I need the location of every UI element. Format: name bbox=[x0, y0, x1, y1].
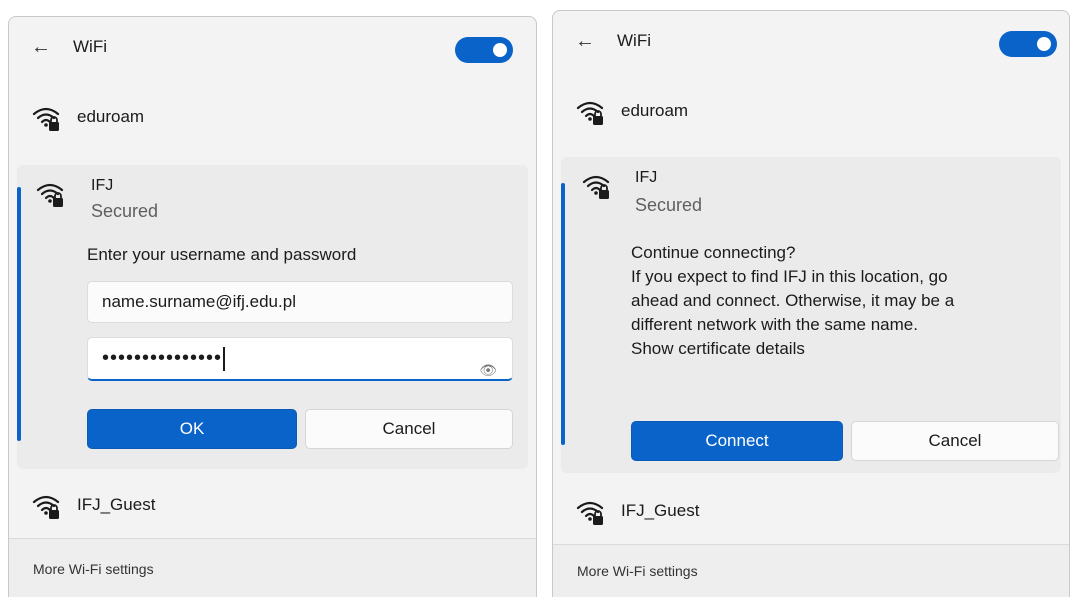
more-wifi-settings-link[interactable]: More Wi-Fi settings bbox=[33, 561, 154, 577]
wifi-lock-icon bbox=[576, 101, 604, 125]
username-value: name.surname@ifj.edu.pl bbox=[102, 292, 296, 311]
reveal-password-icon[interactable]: 👁 bbox=[479, 350, 498, 390]
show-certificate-link[interactable]: Show certificate details bbox=[631, 337, 1051, 361]
network-name: eduroam bbox=[77, 107, 145, 126]
network-status: Secured bbox=[635, 195, 703, 215]
confirm-message: Continue connecting? If you expect to fi… bbox=[631, 241, 1051, 361]
cancel-button[interactable]: Cancel bbox=[851, 421, 1059, 461]
network-status: Secured bbox=[91, 201, 159, 221]
selection-indicator bbox=[561, 183, 565, 445]
wifi-header: ← WiFi bbox=[553, 11, 1069, 71]
message-heading: Continue connecting? bbox=[631, 243, 796, 262]
network-item-ifj-guest[interactable]: IFJ_Guest bbox=[553, 487, 1069, 537]
credentials-prompt: Enter your username and password bbox=[87, 245, 357, 264]
wifi-flyout-confirm: ← WiFi eduroam IFJ Secured Continue conn… bbox=[552, 10, 1070, 597]
wifi-lock-icon bbox=[32, 495, 60, 519]
ok-button[interactable]: OK bbox=[87, 409, 297, 449]
network-item-ifj-expanded: IFJ Secured Continue connecting? If you … bbox=[561, 157, 1061, 473]
connect-button[interactable]: Connect bbox=[631, 421, 843, 461]
network-name: IFJ bbox=[91, 177, 114, 194]
wifi-lock-icon bbox=[582, 175, 610, 199]
cancel-button[interactable]: Cancel bbox=[305, 409, 513, 449]
more-wifi-settings-link[interactable]: More Wi-Fi settings bbox=[577, 563, 698, 579]
username-field[interactable]: name.surname@ifj.edu.pl bbox=[87, 281, 513, 323]
text-caret bbox=[223, 346, 226, 371]
network-item-ifj-expanded: IFJ Secured Enter your username and pass… bbox=[17, 165, 528, 469]
header-title: WiFi bbox=[617, 31, 651, 50]
network-name: eduroam bbox=[621, 101, 689, 120]
selection-indicator bbox=[17, 187, 21, 441]
password-value: ••••••••••••••• bbox=[102, 347, 223, 369]
back-arrow-icon[interactable]: ← bbox=[31, 35, 51, 59]
network-name: IFJ_Guest bbox=[621, 501, 700, 520]
wifi-lock-icon bbox=[576, 501, 604, 525]
wifi-toggle[interactable] bbox=[455, 37, 513, 63]
wifi-flyout-credentials: ← WiFi eduroam IFJ Secured Enter your us… bbox=[8, 16, 537, 597]
message-line: different network with the same name. bbox=[631, 315, 918, 334]
network-item-eduroam[interactable]: eduroam bbox=[553, 87, 1069, 137]
network-name: IFJ bbox=[635, 169, 658, 186]
network-item-ifj-guest[interactable]: IFJ_Guest bbox=[9, 481, 536, 531]
wifi-header: ← WiFi bbox=[9, 17, 536, 77]
message-line: If you expect to find IFJ in this locati… bbox=[631, 267, 948, 286]
network-name: IFJ_Guest bbox=[77, 495, 156, 514]
header-title: WiFi bbox=[73, 37, 107, 56]
message-line: ahead and connect. Otherwise, it may be … bbox=[631, 291, 955, 310]
wifi-toggle[interactable] bbox=[999, 31, 1057, 57]
password-field[interactable]: ••••••••••••••• 👁 bbox=[87, 337, 513, 381]
footer: More Wi-Fi settings bbox=[553, 544, 1069, 597]
network-item-eduroam[interactable]: eduroam bbox=[9, 93, 536, 143]
footer: More Wi-Fi settings bbox=[9, 538, 536, 597]
wifi-lock-icon bbox=[32, 107, 60, 131]
back-arrow-icon[interactable]: ← bbox=[575, 29, 595, 53]
wifi-lock-icon bbox=[36, 183, 64, 207]
